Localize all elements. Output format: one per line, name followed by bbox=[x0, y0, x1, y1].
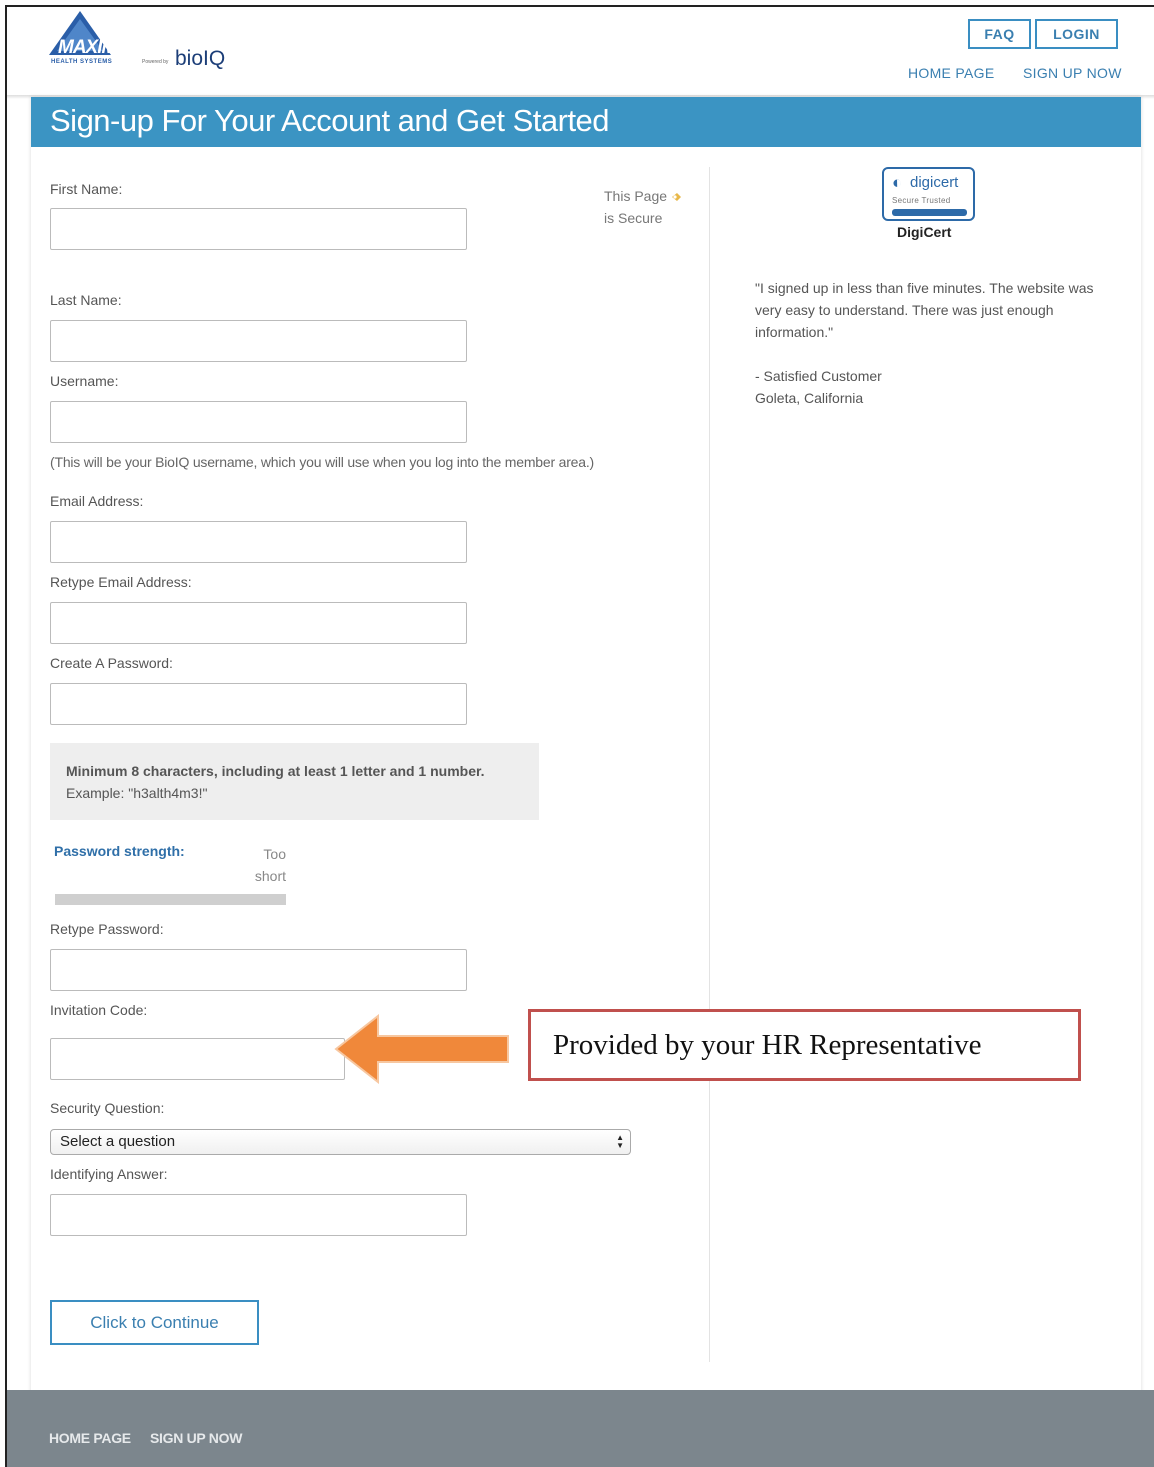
first-name-label: First Name: bbox=[50, 181, 123, 197]
security-question-value: Select a question bbox=[60, 1133, 176, 1150]
last-name-label: Last Name: bbox=[50, 292, 122, 308]
password-input[interactable] bbox=[50, 683, 467, 725]
maxim-bioiq-logo[interactable]: MAXIM HEALTH SYSTEMS Powered by bioIQ bbox=[47, 9, 247, 79]
password-strength-value: Too short bbox=[254, 846, 286, 884]
digicert-label: DigiCert bbox=[897, 224, 952, 240]
password-hint-rule: Minimum 8 characters, including at least… bbox=[66, 763, 485, 779]
attribution-place: Goleta, California bbox=[755, 390, 864, 406]
email-input[interactable] bbox=[50, 521, 467, 563]
bioiq-brand: bioIQ bbox=[175, 47, 226, 70]
hr-representative-callout: Provided by your HR Representative bbox=[528, 1009, 1081, 1081]
digicert-seal[interactable]: ◐ digicert Secure Trusted bbox=[882, 167, 975, 225]
retype-email-label: Retype Email Address: bbox=[50, 574, 192, 590]
invitation-code-input[interactable] bbox=[50, 1038, 345, 1080]
maxim-brand: MAXIM bbox=[58, 37, 117, 58]
username-label: Username: bbox=[50, 373, 119, 389]
sign-up-now-link[interactable]: SIGN UP NOW bbox=[1023, 65, 1122, 81]
select-arrows-icon: ▲ ▼ bbox=[616, 1133, 624, 1150]
secure-page-notice: This Page is Secure bbox=[604, 185, 682, 229]
last-name-input[interactable] bbox=[50, 320, 467, 362]
title-bar: Sign-up For Your Account and Get Started bbox=[31, 97, 1141, 147]
security-question-label: Security Question: bbox=[50, 1100, 165, 1116]
security-question-select[interactable]: Select a question ▲ ▼ bbox=[50, 1129, 631, 1155]
signup-panel: Sign-up For Your Account and Get Started… bbox=[31, 97, 1141, 1397]
login-button[interactable]: LOGIN bbox=[1035, 19, 1118, 49]
invitation-code-label: Invitation Code: bbox=[50, 1002, 148, 1018]
secure-line-1: This Page bbox=[604, 188, 668, 204]
password-strength-bar bbox=[55, 894, 286, 905]
footer-home-link[interactable]: HOME PAGE bbox=[49, 1430, 131, 1446]
page-title: Sign-up For Your Account and Get Started bbox=[50, 103, 610, 138]
secure-line-2: is Secure bbox=[604, 210, 663, 226]
username-help-text: (This will be your BioIQ username, which… bbox=[50, 454, 595, 470]
password-hint-example: Example: "h3alth4m3!" bbox=[66, 785, 208, 801]
attribution-name: - Satisfied Customer bbox=[755, 368, 882, 384]
digicert-badge: ◐ digicert Secure Trusted bbox=[882, 167, 975, 221]
lock-icon bbox=[672, 193, 682, 202]
continue-button[interactable]: Click to Continue bbox=[50, 1300, 259, 1345]
footer-signup-link[interactable]: SIGN UP NOW bbox=[150, 1430, 242, 1446]
orange-arrow-icon bbox=[334, 1014, 509, 1084]
testimonial-attribution: - Satisfied Customer Goleta, California bbox=[755, 365, 882, 409]
digicert-secure-trusted: Secure Trusted bbox=[892, 196, 951, 205]
browser-frame: MAXIM HEALTH SYSTEMS Powered by bioIQ FA… bbox=[5, 5, 1154, 1467]
username-input[interactable] bbox=[50, 401, 467, 443]
column-divider bbox=[709, 167, 710, 1362]
password-strength-label: Password strength: bbox=[54, 843, 185, 859]
testimonial-quote: "I signed up in less than five minutes. … bbox=[755, 280, 1094, 340]
home-page-link[interactable]: HOME PAGE bbox=[908, 65, 994, 81]
site-header: MAXIM HEALTH SYSTEMS Powered by bioIQ FA… bbox=[7, 7, 1154, 97]
password-label: Create A Password: bbox=[50, 655, 173, 671]
identifying-answer-label: Identifying Answer: bbox=[50, 1166, 168, 1182]
powered-by: Powered by bbox=[142, 59, 169, 65]
digicert-logo-icon: ◐ bbox=[892, 173, 903, 192]
first-name-input[interactable] bbox=[50, 208, 467, 250]
password-hint: Minimum 8 characters, including at least… bbox=[50, 743, 539, 820]
digicert-verify-bar bbox=[892, 209, 967, 216]
site-footer: HOME PAGE SIGN UP NOW bbox=[7, 1390, 1154, 1467]
maxim-subtitle: HEALTH SYSTEMS bbox=[51, 59, 113, 65]
identifying-answer-input[interactable] bbox=[50, 1194, 467, 1236]
faq-button[interactable]: FAQ bbox=[968, 19, 1031, 49]
retype-password-label: Retype Password: bbox=[50, 921, 164, 937]
retype-password-input[interactable] bbox=[50, 949, 467, 991]
digicert-word: digicert bbox=[910, 174, 959, 191]
retype-email-input[interactable] bbox=[50, 602, 467, 644]
email-label: Email Address: bbox=[50, 493, 144, 509]
